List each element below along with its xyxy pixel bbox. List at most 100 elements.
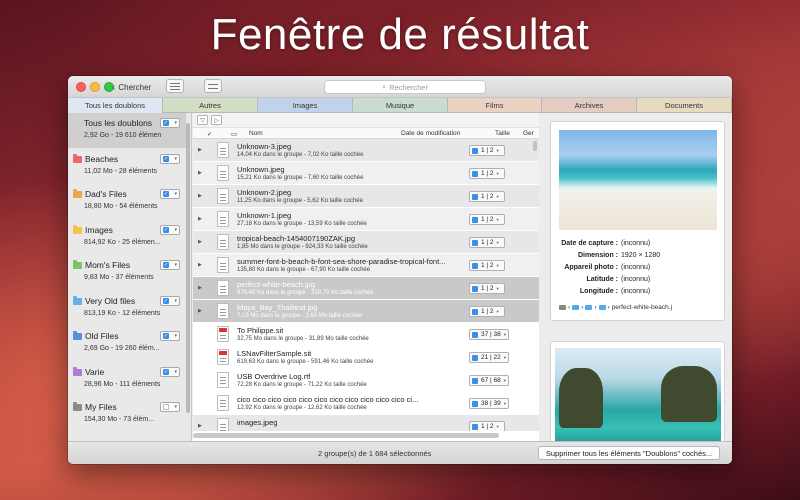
disclosure-triangle-icon[interactable]: ▶	[198, 262, 202, 268]
file-path-bar[interactable]: › › › › perfect-white-beach.j	[559, 302, 717, 312]
group-checkbox[interactable]: ✓ ▾	[160, 331, 180, 341]
list-view-button[interactable]	[166, 79, 184, 93]
preview-image-cliffs[interactable]	[555, 348, 721, 448]
column-gen[interactable]: Ger	[523, 130, 534, 137]
disclosure-triangle-icon[interactable]: ▶	[198, 308, 202, 314]
close-window-button[interactable]	[76, 82, 86, 92]
group-checkbox[interactable]: ✓ ▾	[160, 225, 180, 235]
duplicate-count: 1 | 2	[481, 308, 494, 315]
table-row[interactable]: ▶ Unknown-2.jpeg 11,25 Ko dans le groupe…	[193, 185, 539, 208]
sidebar-item-very-old-files[interactable]: Very Old files 813,19 Ko - 12 éléments ✓…	[68, 291, 186, 326]
disclosure-triangle-icon[interactable]: ▶	[198, 239, 202, 245]
duplicate-count-selector[interactable]: 1 | 2 ▾	[469, 260, 505, 271]
chevron-down-icon: ▾	[174, 262, 177, 268]
panel-icon	[208, 84, 218, 85]
column-date[interactable]: Date de modification	[401, 130, 460, 137]
filter-button[interactable]: ▽	[197, 115, 208, 125]
preview-card-second	[550, 341, 725, 451]
table-row[interactable]: ▶ Unknown.jpeg 15,21 Ko dans le groupe -…	[193, 162, 539, 185]
checkmark-column-icon[interactable]: ✓	[207, 130, 212, 138]
tab-images[interactable]: Images	[258, 98, 353, 113]
sidebar-item-my-files[interactable]: My Files 154,30 Mo - 73 élém... ▾	[68, 397, 186, 432]
table-row-selected[interactable]: ▶ perfect-white-beach.jpg 679,40 Ko dans…	[193, 277, 539, 300]
rock-shape	[559, 368, 603, 428]
play-button[interactable]: ▷	[211, 115, 222, 125]
back-button[interactable]: ‹ Chercher	[112, 80, 151, 94]
duplicate-count-selector[interactable]: 38 | 39 ▾	[469, 398, 510, 409]
preview-image-beach[interactable]	[559, 130, 717, 230]
unchecked-box-icon	[163, 404, 169, 410]
sidebar-item-all-duplicates[interactable]: Tous les doublons 2,92 Go - 19 610 éléme…	[68, 113, 186, 148]
duplicate-count-selector[interactable]: 1 | 2 ▾	[469, 283, 505, 294]
disclosure-triangle-icon[interactable]: ▶	[198, 285, 202, 291]
table-row[interactable]: ▶ summer-font-b-beach-b-font-sea-shore-p…	[193, 254, 539, 277]
table-row[interactable]: ▶ Unknown-1.jpeg 27,18 Ko dans le groupe…	[193, 208, 539, 231]
column-name[interactable]: Nom	[249, 130, 263, 137]
row-filename: USB Overdrive Log.rtf	[237, 372, 311, 381]
disclosure-triangle-icon[interactable]: ▶	[198, 216, 202, 222]
table-row[interactable]: ▶ images.jpeg 1 | 2 ▾	[193, 415, 539, 431]
duplicate-count-selector[interactable]: 1 | 2 ▾	[469, 237, 505, 248]
sidebar-item-dads-files[interactable]: Dad's Files 18,80 Mo - 54 éléments ✓ ▾	[68, 184, 186, 219]
table-row[interactable]: USB Overdrive Log.rtf 72,28 Ko dans le g…	[193, 369, 539, 392]
tab-all-duplicates[interactable]: Tous les doublons	[68, 98, 163, 113]
chevron-down-icon: ▾	[174, 227, 177, 233]
group-checkbox[interactable]: ✓ ▾	[160, 154, 180, 164]
folder-icon	[73, 188, 82, 198]
duplicate-count-selector[interactable]: 1 | 2 ▾	[469, 168, 505, 179]
checkmark-icon	[472, 216, 478, 223]
delete-checked-button[interactable]: Supprimer tous les éléments "Doublons" c…	[538, 446, 720, 460]
group-checkbox[interactable]: ✓ ▾	[160, 367, 180, 377]
list-vertical-scrollbar[interactable]	[533, 141, 537, 151]
disclosure-triangle-icon[interactable]: ▶	[198, 170, 202, 176]
column-header: ✓ ▭ Nom Date de modification Taille Ger	[193, 127, 539, 139]
list-horizontal-scrollbar[interactable]	[193, 433, 499, 438]
table-row[interactable]: LSNavFilterSample.sit 619,63 Ko dans le …	[193, 346, 539, 369]
group-checkbox[interactable]: ✓ ▾	[160, 189, 180, 199]
table-row[interactable]: ▶ tropical-beach-1454007190ZAK.jpg 1,85 …	[193, 231, 539, 254]
sidebar: Tous les doublons 2,92 Go - 19 610 éléme…	[68, 113, 192, 441]
table-row[interactable]: ▶ Unknown-3.jpeg 14,04 Ko dans le groupe…	[193, 139, 539, 162]
tab-movies[interactable]: Films	[448, 98, 542, 113]
checkmark-icon: ✓	[163, 333, 169, 339]
tab-archives[interactable]: Archives	[542, 98, 637, 113]
preview-panel-button[interactable]	[204, 79, 222, 93]
disclosure-triangle-icon[interactable]: ▶	[198, 193, 202, 199]
group-checkbox[interactable]: ✓ ▾	[160, 296, 180, 306]
disclosure-triangle-icon[interactable]: ▶	[198, 423, 202, 429]
search-field[interactable]: ⌕ Rechercher	[324, 80, 486, 94]
sidebar-item-beaches[interactable]: Beaches 11,02 Mo - 28 éléments ✓ ▾	[68, 149, 186, 184]
folder-icon	[73, 295, 82, 305]
duplicate-count-selector[interactable]: 1 | 2 ▾	[469, 306, 505, 317]
folder-column-icon[interactable]: ▭	[231, 130, 237, 138]
table-row[interactable]: To Philippe.sit 32,75 Mo dans le groupe …	[193, 323, 539, 346]
sidebar-item-varie[interactable]: Varie 28,96 Mo - 111 éléments ✓ ▾	[68, 362, 186, 397]
group-checkbox[interactable]: ✓ ▾	[160, 260, 180, 270]
row-size-info: 11,25 Ko dans le groupe - 5,62 Ko taille…	[237, 198, 363, 204]
duplicate-count-selector[interactable]: 1 | 2 ▾	[469, 191, 505, 202]
sidebar-item-size: 2,92 Go - 19 610 élémen	[84, 132, 162, 139]
table-row-selected[interactable]: ▶ Maya_Bay_Thailand.jpg 7,19 Mo dans le …	[193, 300, 539, 323]
sidebar-item-old-files[interactable]: Old Files 2,69 Go - 19 260 élém... ✓ ▾	[68, 326, 186, 361]
tab-documents[interactable]: Documents	[637, 98, 732, 113]
minimize-window-button[interactable]	[90, 82, 100, 92]
checkmark-icon	[472, 331, 478, 338]
tab-music[interactable]: Musique	[353, 98, 448, 113]
table-row[interactable]: cico cico cico cico cico cico cico cico …	[193, 392, 539, 415]
duplicate-count-selector[interactable]: 1 | 2 ▾	[469, 214, 505, 225]
column-size[interactable]: Taille	[495, 130, 510, 137]
sidebar-item-moms-files[interactable]: Mom's Files 9,83 Mo - 37 éléments ✓ ▾	[68, 255, 186, 290]
group-checkbox[interactable]: ✓ ▾	[160, 118, 180, 128]
row-size-info: 135,80 Ko dans le groupe - 67,90 Ko tail…	[237, 267, 371, 273]
tab-others[interactable]: Autres	[163, 98, 258, 113]
group-checkbox[interactable]: ▾	[160, 402, 180, 412]
duplicate-count-selector[interactable]: 1 | 2 ▾	[469, 145, 505, 156]
sidebar-scrollbar[interactable]	[186, 123, 190, 413]
duplicate-count-selector[interactable]: 67 | 68 ▾	[469, 375, 510, 386]
duplicate-count-selector[interactable]: 21 | 22 ▾	[469, 352, 510, 363]
disclosure-triangle-icon[interactable]: ▶	[198, 147, 202, 153]
sidebar-item-images[interactable]: Images 814,92 Ko - 25 élémen... ✓ ▾	[68, 220, 186, 255]
chevron-down-icon: ▾	[174, 333, 177, 339]
duplicate-count-selector[interactable]: 1 | 2 ▾	[469, 421, 505, 431]
duplicate-count-selector[interactable]: 37 | 38 ▾	[469, 329, 510, 340]
